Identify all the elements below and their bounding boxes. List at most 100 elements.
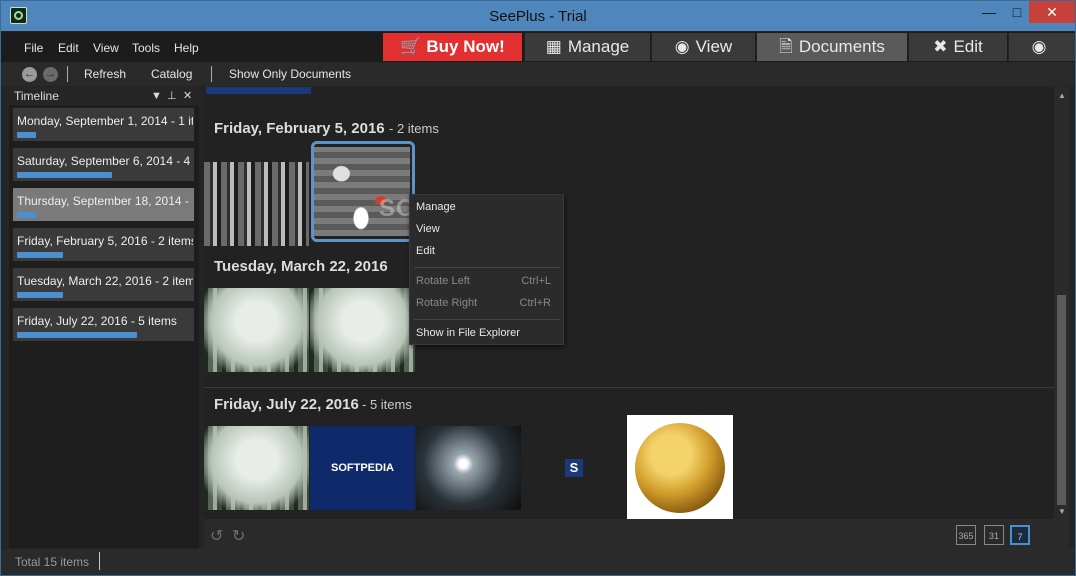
eye-icon: ◉ xyxy=(674,37,690,56)
year-view-button[interactable]: 365 xyxy=(956,525,976,545)
timeline-item-label: Thursday, September 18, 2014 - 1 ... xyxy=(17,194,193,208)
group-date-header: Friday, July 22, 2016 xyxy=(214,396,359,413)
week-view-label: 7 xyxy=(1017,532,1023,542)
mode-documents-label: Documents xyxy=(798,37,885,56)
window-title: SeePlus - Trial xyxy=(489,8,587,25)
close-button[interactable]: ✕ xyxy=(1029,1,1075,23)
forward-arrow-icon[interactable]: → xyxy=(43,67,58,82)
timeline-item[interactable]: Friday, February 5, 2016 - 2 items xyxy=(13,228,194,261)
menu-tools[interactable]: Tools xyxy=(132,41,160,55)
group-date-header: Tuesday, March 22, 2016 xyxy=(214,258,388,275)
timeline-item[interactable]: Tuesday, March 22, 2016 - 2 items xyxy=(13,268,194,301)
toolbar-divider xyxy=(211,66,212,82)
timeline-item-label: Monday, September 1, 2014 - 1 ite... xyxy=(17,114,193,128)
photo-thumbnail[interactable] xyxy=(416,426,521,510)
photo-thumbnail[interactable] xyxy=(627,415,733,519)
ctx-rotate-left[interactable]: Rotate Left xyxy=(416,275,470,287)
photo-thumbnail[interactable] xyxy=(204,162,309,246)
vertical-scrollbar[interactable]: ▲ ▼ xyxy=(1054,87,1069,519)
timeline-item[interactable]: Monday, September 1, 2014 - 1 ite... xyxy=(13,108,194,141)
dropdown-arrow-icon[interactable]: ▼ xyxy=(151,87,162,105)
month-view-label: 31 xyxy=(988,531,999,541)
week-view-button[interactable]: 7 xyxy=(1010,525,1030,545)
group-item-count: - 5 items xyxy=(362,397,412,412)
mode-slideshow-button[interactable]: ◉ xyxy=(1008,33,1075,61)
softpedia-logo-text: SOFTPEDIA xyxy=(331,462,394,474)
ctx-rotate-right-shortcut: Ctrl+R xyxy=(519,297,551,309)
eye-rotate-icon: ◉ xyxy=(1031,37,1047,56)
tools-icon: ✖ xyxy=(933,37,948,56)
app-window: SeePlus - Trial — □ ✕ File Edit View Too… xyxy=(0,0,1076,576)
timeline-item-label: Friday, July 22, 2016 - 5 items xyxy=(17,314,177,328)
timeline-item-selected[interactable]: Thursday, September 18, 2014 - 1 ... xyxy=(13,188,194,221)
scroll-down-icon[interactable]: ▼ xyxy=(1058,507,1066,516)
cart-icon: 🛒 xyxy=(400,37,422,56)
ctx-manage[interactable]: Manage xyxy=(416,201,456,213)
show-only-documents-button[interactable]: Show Only Documents xyxy=(229,67,351,81)
rotate-left-icon[interactable]: ↺ xyxy=(210,526,223,546)
timeline-item[interactable]: Saturday, September 6, 2014 - 4 it... xyxy=(13,148,194,181)
mode-manage-button[interactable]: ▦ Manage xyxy=(524,33,650,61)
timeline-item[interactable]: Friday, July 22, 2016 - 5 items xyxy=(13,308,194,341)
view-bottom-bar: ↺ ↻ 365 31 7 xyxy=(204,519,1069,549)
buy-now-button[interactable]: 🛒 Buy Now! xyxy=(383,33,522,61)
group-progress-bar xyxy=(206,87,311,94)
mode-view-label: View xyxy=(695,37,733,56)
menu-edit[interactable]: Edit xyxy=(58,41,79,55)
month-view-button[interactable]: 31 xyxy=(984,525,1004,545)
timeline-item-bar xyxy=(17,172,112,178)
mode-manage-label: Manage xyxy=(567,37,630,56)
status-divider xyxy=(99,552,100,570)
gold-coin-image xyxy=(635,423,725,513)
catalog-button[interactable]: Catalog xyxy=(151,67,192,81)
timeline-item-label: Saturday, September 6, 2014 - 4 it... xyxy=(17,154,193,168)
total-items-status: Total 15 items xyxy=(15,555,90,569)
ctx-show-in-explorer[interactable]: Show in File Explorer xyxy=(416,327,520,339)
softpedia-s-icon[interactable]: S xyxy=(565,459,583,477)
timeline-item-bar xyxy=(17,332,137,338)
ctx-rotate-left-shortcut: Ctrl+L xyxy=(521,275,551,287)
toolbar-divider xyxy=(67,66,68,82)
toolbar: ← → Refresh Catalog Show Only Documents xyxy=(1,62,1075,86)
ctx-rotate-right[interactable]: Rotate Right xyxy=(416,297,477,309)
pin-icon[interactable]: ⊥ xyxy=(167,87,177,105)
refresh-button[interactable]: Refresh xyxy=(84,67,126,81)
maximize-button[interactable]: □ xyxy=(1003,1,1031,23)
timeline-panel: Timeline ▼ ⊥ ✕ Monday, September 1, 2014… xyxy=(9,87,199,548)
photo-thumbnail[interactable] xyxy=(204,426,309,510)
ctx-separator xyxy=(414,319,560,320)
thumbnail-hover-frame xyxy=(311,141,415,242)
group-date-header: Friday, February 5, 2016 xyxy=(214,120,385,137)
panel-close-icon[interactable]: ✕ xyxy=(183,87,192,105)
photo-thumbnail[interactable]: SOFTPEDIA xyxy=(310,426,415,510)
status-bar: Total 15 items xyxy=(1,549,1075,575)
menu-file[interactable]: File xyxy=(24,41,43,55)
timeline-item-bar xyxy=(17,132,36,138)
timeline-item-bar xyxy=(17,212,36,218)
context-menu: Manage View Edit Rotate Left Ctrl+L Rota… xyxy=(409,194,564,345)
timeline-item-bar xyxy=(17,252,63,258)
ctx-separator xyxy=(414,267,560,268)
grid-icon: ▦ xyxy=(545,37,562,56)
menu-bar: File Edit View Tools Help 🛒 Buy Now! ▦ Man… xyxy=(1,32,1075,62)
back-arrow-icon[interactable]: ← xyxy=(22,67,37,82)
menu-help[interactable]: Help xyxy=(174,41,199,55)
timeline-item-label: Friday, February 5, 2016 - 2 items xyxy=(17,234,193,248)
mode-view-button[interactable]: ◉ View xyxy=(651,33,755,61)
minimize-button[interactable]: — xyxy=(975,1,1003,23)
mode-edit-button[interactable]: ✖ Edit xyxy=(908,33,1007,61)
rotate-right-icon[interactable]: ↻ xyxy=(232,526,245,546)
group-divider xyxy=(204,387,1054,388)
mode-documents-button[interactable]: 🗎 Documents xyxy=(756,33,907,61)
menu-view[interactable]: View xyxy=(93,41,119,55)
scrollbar-thumb[interactable] xyxy=(1057,295,1066,505)
ctx-edit[interactable]: Edit xyxy=(416,245,435,257)
photo-thumbnail[interactable] xyxy=(204,288,309,372)
group-item-count: - 2 items xyxy=(389,121,439,136)
documents-icon: 🗎 xyxy=(779,37,793,56)
ctx-view[interactable]: View xyxy=(416,223,440,235)
photo-thumbnail[interactable] xyxy=(310,288,415,372)
title-bar: SeePlus - Trial — □ ✕ xyxy=(1,1,1075,31)
thumbnail-grid: Friday, February 5, 2016 - 2 items Tuesd… xyxy=(204,87,1054,519)
scroll-up-icon[interactable]: ▲ xyxy=(1058,91,1066,100)
